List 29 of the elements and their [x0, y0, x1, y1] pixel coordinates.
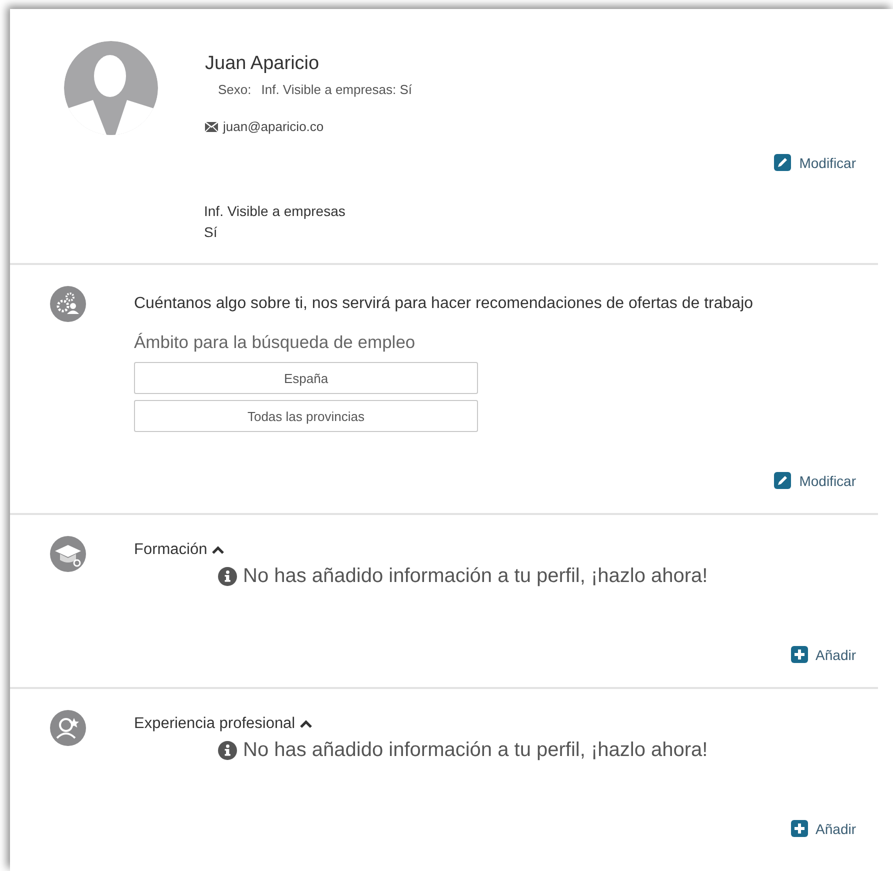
- add-link[interactable]: Añadir: [790, 820, 856, 837]
- info-icon: [218, 741, 237, 760]
- scope-field[interactable]: España: [134, 362, 478, 394]
- add-link[interactable]: Añadir: [790, 646, 856, 663]
- plus-icon: [790, 646, 808, 663]
- edit-link[interactable]: Modificar: [774, 154, 856, 171]
- visibility-label: Inf. Visible a empresas: [204, 202, 346, 221]
- field-label: Ámbito para la búsqueda de empleo: [134, 332, 416, 353]
- info-icon: [218, 567, 237, 586]
- edit-icon: [774, 154, 792, 171]
- caret-up-icon: [212, 546, 224, 554]
- section-toggle[interactable]: Formación: [134, 541, 224, 559]
- empty-message: No has añadido información a tu perfil, ¡hazlo ahora!: [243, 565, 708, 588]
- edit-link[interactable]: Modificar: [774, 472, 856, 489]
- gears-person-icon: [50, 286, 86, 322]
- email-address: juan@aparicio.co: [223, 119, 324, 134]
- edit-icon: [774, 472, 792, 489]
- scope-field[interactable]: Todas las provincias: [134, 400, 478, 432]
- section-title: Cuéntanos algo sobre ti, nos servirá para hacer recomendaciones de ofertas de trabajo: [134, 294, 754, 314]
- plus-icon: [790, 820, 808, 837]
- envelope-icon: [205, 122, 218, 132]
- graduation-cap-icon: [50, 536, 86, 572]
- caret-up-icon: [300, 720, 312, 728]
- profile-name: Juan Aparicio: [205, 53, 320, 75]
- section-toggle[interactable]: Experiencia profesional: [134, 715, 312, 733]
- profile-detail: Inf. Visible a empresas: Sí: [261, 82, 412, 97]
- empty-message: No has añadido información a tu perfil, ¡hazlo ahora!: [243, 739, 708, 762]
- visibility-value: Sí: [204, 223, 218, 242]
- profile-detail: Sexo:: [218, 82, 252, 97]
